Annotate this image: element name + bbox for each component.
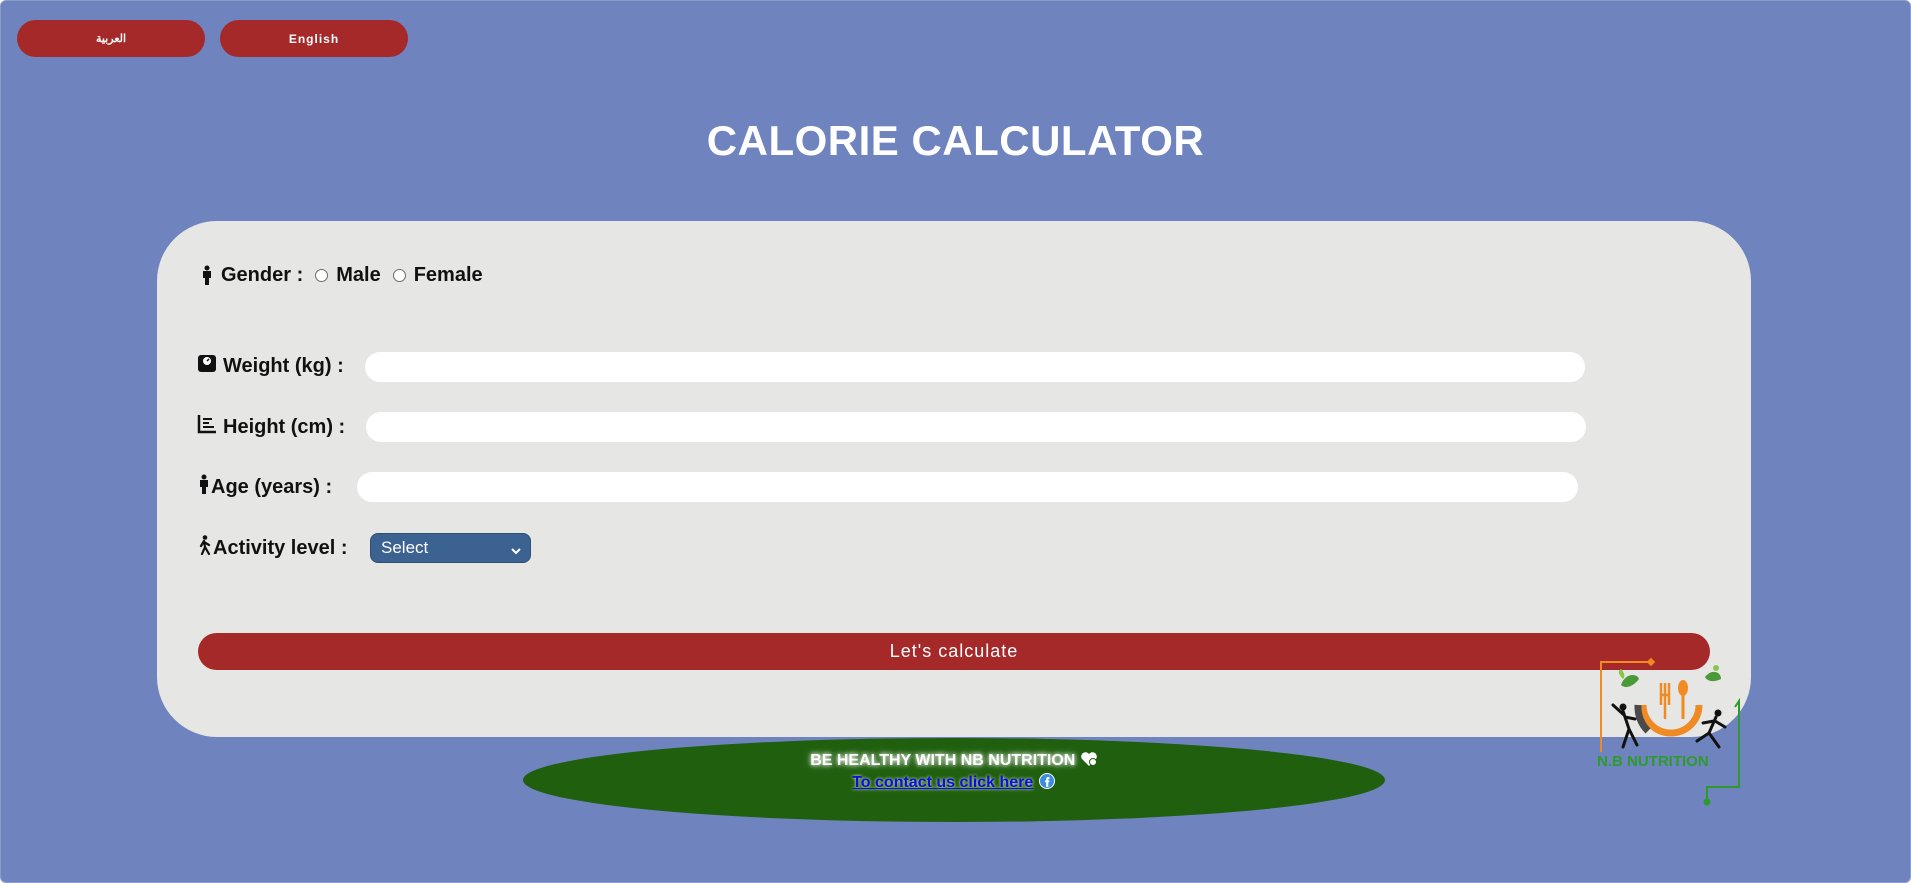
heart-icon — [1080, 752, 1098, 769]
height-input[interactable] — [366, 412, 1586, 442]
activity-selected-value: Select — [381, 538, 429, 557]
contact-link[interactable]: To contact us click here — [852, 774, 1033, 791]
height-label: Height (cm) : — [223, 415, 346, 438]
footer-slogan-row: BE HEALTHY WITH NB NUTRITION — [523, 751, 1385, 770]
facebook-icon[interactable] — [1038, 773, 1056, 791]
activity-level-select[interactable]: Select — [370, 533, 531, 563]
weight-label-row: Weight (kg) : — [197, 353, 344, 379]
page-background: العربية English CALORIE CALCULATOR Gende… — [0, 0, 1911, 883]
height-label-row: Height (cm) : — [197, 414, 345, 440]
male-option-label[interactable]: Male — [336, 264, 380, 287]
ruler-icon — [197, 414, 217, 440]
scale-icon — [197, 353, 217, 379]
logo-text: N.B NUTRITION — [1597, 753, 1709, 770]
calculate-button[interactable]: Let's calculate — [198, 633, 1710, 670]
male-radio[interactable] — [315, 268, 329, 282]
female-radio[interactable] — [392, 268, 406, 282]
age-input[interactable] — [357, 472, 1578, 502]
weight-input[interactable] — [365, 352, 1585, 382]
nb-nutrition-logo — [1600, 657, 1740, 806]
activity-label-row: Activity level : — [197, 535, 348, 561]
activity-label: Activity level : — [213, 536, 348, 559]
gender-row: Gender : Male Female — [197, 263, 483, 287]
footer-slogan: BE HEALTHY WITH NB NUTRITION — [810, 752, 1076, 769]
weight-label: Weight (kg) : — [223, 354, 344, 377]
age-label: Age (years) : — [211, 475, 333, 498]
chevron-down-icon — [510, 542, 522, 562]
female-option-label[interactable]: Female — [414, 264, 483, 287]
gender-label: Gender : — [221, 263, 304, 286]
page-title: CALORIE CALCULATOR — [706, 117, 1205, 164]
arabic-language-button[interactable]: العربية — [17, 20, 205, 57]
footer-contact-row: To contact us click here — [523, 772, 1385, 792]
child-icon — [197, 474, 211, 500]
english-language-button[interactable]: English — [220, 20, 408, 57]
person-standing-icon — [197, 264, 217, 286]
person-walking-icon — [197, 535, 213, 561]
age-label-row: Age (years) : — [197, 474, 332, 500]
